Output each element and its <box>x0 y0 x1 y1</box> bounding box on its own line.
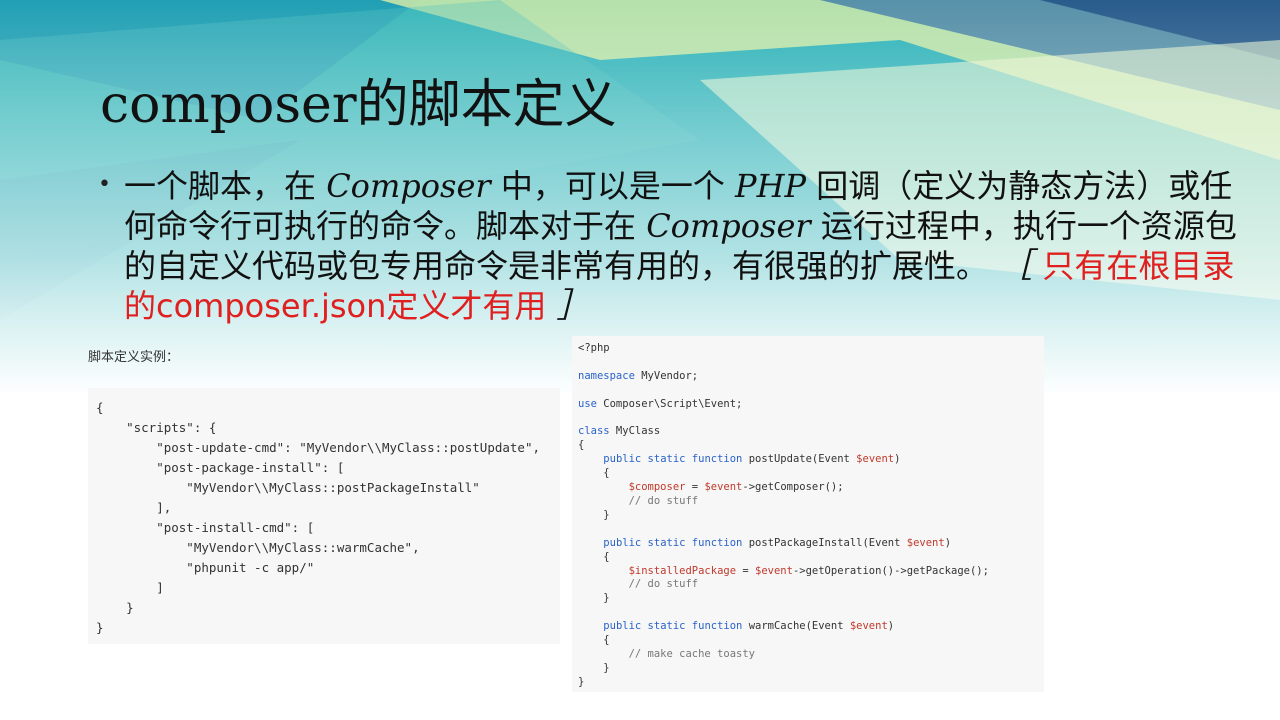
method-modifiers: public static function <box>603 620 743 633</box>
code-line: "scripts": { <box>96 420 217 435</box>
assign: = <box>736 564 756 577</box>
use-keyword: use <box>578 397 597 410</box>
brace: { <box>603 634 610 647</box>
brace: { <box>603 550 610 563</box>
code-line: "post-update-cmd": "MyVendor\\MyClass::p… <box>96 440 541 455</box>
paren: ) <box>894 453 901 466</box>
event-variable: $event <box>755 564 793 577</box>
param-variable: $event <box>856 453 895 466</box>
method-signature: postPackageInstall(Event <box>742 536 907 549</box>
code-line: ] <box>96 580 164 595</box>
method-call: ->getComposer(); <box>742 481 844 494</box>
php-open-tag: <?php <box>578 342 610 354</box>
php-term: PHP <box>735 167 807 205</box>
bullet-dot-icon: • <box>98 172 111 197</box>
bracket-open: ［ <box>998 246 1033 286</box>
composer-term: Composer <box>326 167 491 205</box>
brace: { <box>603 467 610 480</box>
brace: } <box>603 592 610 605</box>
brace: } <box>603 661 610 674</box>
bullet-text-part: 一个脚本，在 <box>124 167 327 205</box>
code-line: } <box>96 600 134 615</box>
code-comment: // do stuff <box>628 494 699 507</box>
use-path: Composer\Script\Event; <box>596 397 743 410</box>
code-line: "MyVendor\\MyClass::warmCache", <box>96 540 420 555</box>
json-code-block: { "scripts": { "post-update-cmd": "MyVen… <box>88 388 560 644</box>
example-label: 脚本定义实例： <box>88 350 180 365</box>
bullet-point: • 一个脚本，在 Composer 中，可以是一个 PHP 回调（定义为静态方法… <box>98 166 1248 326</box>
method-call: ->getOperation()->getPackage(); <box>792 564 989 577</box>
param-variable: $event <box>906 536 945 549</box>
class-keyword: class <box>578 425 610 438</box>
namespace-keyword: namespace <box>578 369 635 382</box>
class-name: MyClass <box>609 425 661 438</box>
bracket-close: ］ <box>556 286 591 326</box>
brace: } <box>578 675 585 688</box>
assign: = <box>685 481 705 494</box>
bullet-text-part: 中，可以是一个 <box>490 167 736 205</box>
method-modifiers: public static function <box>603 536 743 549</box>
local-variable: $composer <box>628 481 686 494</box>
code-line: "phpunit -c app/" <box>96 560 315 575</box>
paren: ) <box>887 620 895 633</box>
event-variable: $event <box>704 481 743 494</box>
bullet-text: 一个脚本，在 Composer 中，可以是一个 PHP 回调（定义为静态方法）或… <box>124 166 1248 326</box>
code-comment: // do stuff <box>628 578 699 591</box>
code-line: "post-package-install": [ <box>96 460 345 475</box>
brace: } <box>603 508 610 521</box>
code-comment: // make cache toasty <box>628 647 756 660</box>
code-line: "MyVendor\\MyClass::postPackageInstall" <box>96 480 480 495</box>
php-code-block: <?php namespace MyVendor; use Composer\S… <box>572 336 1044 692</box>
method-modifiers: public static function <box>603 453 743 466</box>
paren: ) <box>944 536 952 549</box>
local-variable: $installedPackage <box>628 564 737 577</box>
code-line: "post-install-cmd": [ <box>96 520 315 535</box>
code-line: } <box>96 620 104 635</box>
param-variable: $event <box>849 620 888 633</box>
code-line: ], <box>96 500 172 515</box>
composer-term: Composer <box>646 207 811 245</box>
method-signature: warmCache(Event <box>742 620 850 633</box>
namespace-name: MyVendor; <box>634 369 699 382</box>
code-line: { <box>96 400 104 415</box>
slide-title: composer的脚本定义 <box>100 75 617 135</box>
method-signature: postUpdate(Event <box>742 453 857 466</box>
brace: { <box>578 439 585 452</box>
